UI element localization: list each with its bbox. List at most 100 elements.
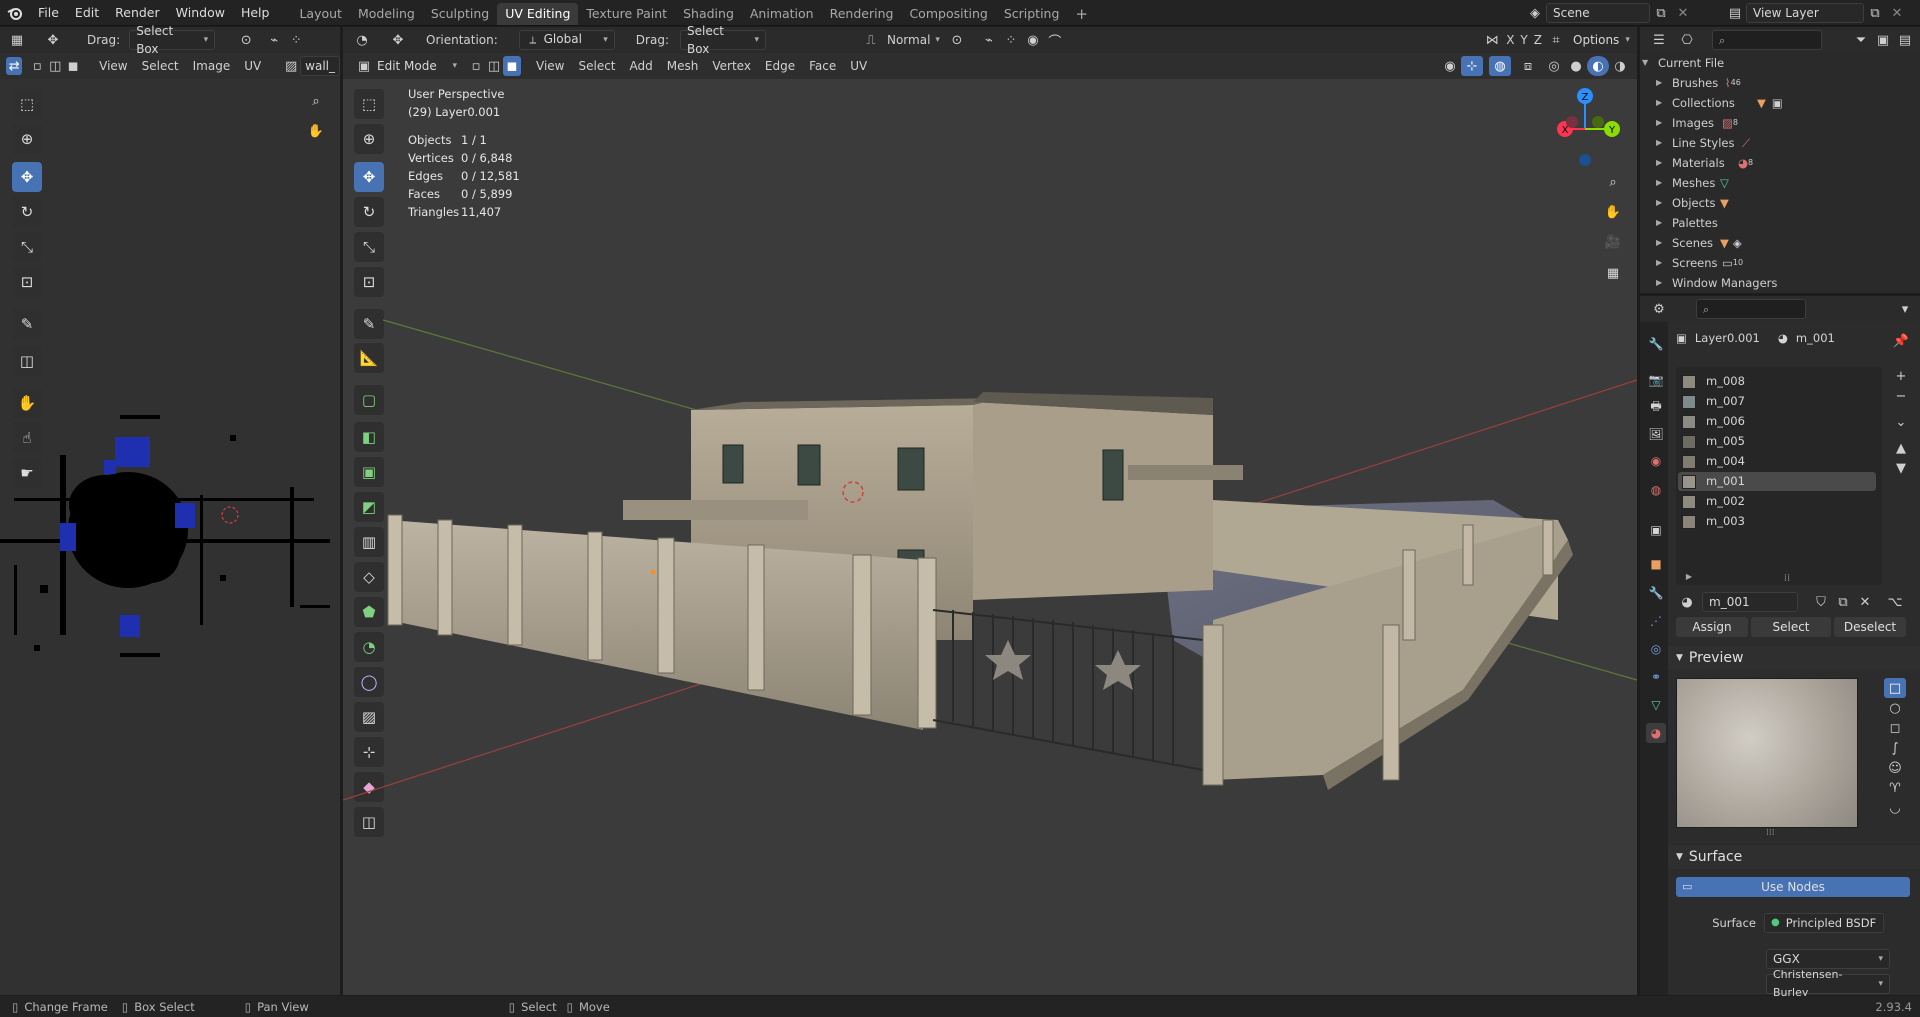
preview-hair-icon[interactable]: ∫ <box>1884 738 1906 758</box>
outliner-item-scenes[interactable]: ▶ Scenes ▼ ◈ <box>1656 233 1742 253</box>
properties-search-input[interactable]: ⌕ <box>1696 299 1806 319</box>
viewport-drag-select[interactable]: Select Box ▾ <box>679 24 766 56</box>
viewport-menu-view[interactable]: View <box>531 56 569 76</box>
preview-monkey-icon[interactable]: ☺ <box>1884 758 1906 778</box>
falloff-icon[interactable]: ⌒ <box>1044 30 1066 50</box>
expand-icon[interactable]: ▶ <box>1656 93 1672 113</box>
properties-editor-type-icon[interactable]: ⚙ <box>1648 299 1670 319</box>
uv-menu-select[interactable]: Select <box>137 56 184 76</box>
pin-icon[interactable]: 📌 <box>1890 331 1912 351</box>
tab-modeling[interactable]: Modeling <box>350 3 423 25</box>
slot-specials-icon[interactable]: ⌄ <box>1890 412 1912 432</box>
viewport-menu-edge[interactable]: Edge <box>760 56 800 76</box>
material-name-field[interactable]: m_001 <box>1702 592 1798 612</box>
collection-tab-icon[interactable]: ▣ <box>1646 520 1666 540</box>
vertex-select-mode-icon[interactable]: ▫ <box>467 56 485 76</box>
uv-zoom-icon[interactable]: ⌕ <box>305 90 327 112</box>
view-layer-icon[interactable]: ▤ <box>1724 3 1746 23</box>
scene-tab-icon[interactable]: ◉ <box>1646 451 1666 471</box>
editor-type-icon[interactable]: ▦ <box>6 30 28 50</box>
list-resize-handle-icon[interactable]: ⁞⁞ <box>1776 568 1798 588</box>
shading-wireframe-icon[interactable]: ◎ <box>1543 56 1565 76</box>
deselect-button[interactable]: Deselect <box>1834 617 1906 637</box>
material-slot[interactable]: m_005 <box>1678 432 1876 451</box>
new-collection-icon[interactable]: ▣ <box>1872 30 1894 50</box>
uv-transform-tool[interactable]: ⊡ <box>12 267 42 297</box>
edge-select-mode-icon[interactable]: ◫ <box>485 56 503 76</box>
tab-rendering[interactable]: Rendering <box>822 3 902 25</box>
auto-merge-icon[interactable]: ⌗ <box>1545 30 1567 50</box>
orientation-select[interactable]: ⟂ Global ▾ <box>518 30 615 50</box>
uv-rip-tool[interactable]: ◫ <box>12 346 42 376</box>
pivot-normal-value[interactable]: Normal <box>882 30 935 50</box>
render-tab-icon[interactable]: 📷 <box>1646 370 1666 390</box>
material-slot[interactable]: m_003 <box>1678 512 1876 531</box>
expand-icon[interactable]: ▶ <box>1656 253 1672 273</box>
remove-slot-icon[interactable]: − <box>1890 386 1912 406</box>
uv-menu-view[interactable]: View <box>94 56 132 76</box>
viewport-menu-uv[interactable]: UV <box>845 56 872 76</box>
outliner-item-window-managers[interactable]: ▶ Window Managers <box>1656 273 1777 293</box>
outliner-item-line-styles[interactable]: ▶ Line Styles ⟋ <box>1656 133 1750 153</box>
tab-uv-editing[interactable]: UV Editing <box>497 2 579 25</box>
scene-render[interactable] <box>343 80 1637 995</box>
outliner-item-screens[interactable]: ▶ Screens ▭ 10 <box>1656 253 1743 273</box>
overlay-toggle-icon[interactable]: ◍ <box>1489 56 1511 76</box>
modifier-tab-icon[interactable]: 🔧 <box>1646 583 1666 603</box>
uv-drag-select[interactable]: Select Box ▾ <box>129 24 216 56</box>
pivot-point-icon[interactable]: ⊙ <box>946 30 968 50</box>
preview-sphere-icon[interactable]: ○ <box>1884 698 1906 718</box>
viewport-menu-face[interactable]: Face <box>804 56 841 76</box>
shading-rendered-icon[interactable]: ◑ <box>1609 56 1631 76</box>
tab-layout[interactable]: Layout <box>291 3 350 25</box>
material-slot[interactable]: m_007 <box>1678 392 1876 411</box>
uv-snap-icon[interactable]: ⌁ <box>263 30 285 50</box>
uv-select-box-tool[interactable]: ⬚ <box>12 89 42 119</box>
purge-icon[interactable]: ▤ <box>1894 30 1916 50</box>
assign-button[interactable]: Assign <box>1676 617 1748 637</box>
preview-resize-handle[interactable]: ⁞⁞⁞ <box>1766 828 1775 838</box>
output-tab-icon[interactable]: 🖶 <box>1646 397 1666 417</box>
image-name-field[interactable]: wall_ <box>300 56 341 76</box>
outliner-search-input[interactable]: ⌕ <box>1712 30 1822 50</box>
tab-compositing[interactable]: Compositing <box>901 3 995 25</box>
world-tab-icon[interactable]: ◍ <box>1646 480 1666 500</box>
particles-tab-icon[interactable]: ⋰ <box>1646 611 1666 631</box>
copy-view-layer-icon[interactable]: ⧉ <box>1864 3 1886 23</box>
add-slot-icon[interactable]: + <box>1890 366 1912 386</box>
display-mode-icon[interactable]: ⎔ <box>1676 30 1698 50</box>
material-slot[interactable]: m_008 <box>1678 372 1876 391</box>
mode-select[interactable]: Edit Mode ▾ <box>375 56 459 76</box>
add-workspace-button[interactable]: + <box>1067 3 1096 25</box>
face-select-mode-icon[interactable]: ◼ <box>503 56 521 76</box>
expand-icon[interactable]: ▶ <box>1656 193 1672 213</box>
material-slot[interactable]: m_004 <box>1678 452 1876 471</box>
expand-icon[interactable]: ▶ <box>1656 153 1672 173</box>
menu-edit[interactable]: Edit <box>67 0 107 26</box>
tool-tab-icon[interactable]: 🔧 <box>1646 334 1666 354</box>
snap-toggle-icon[interactable]: ⌁ <box>978 30 1000 50</box>
outliner-item-meshes[interactable]: ▶ Meshes ▽ <box>1656 173 1729 193</box>
close-view-layer-icon[interactable]: ✕ <box>1886 3 1908 23</box>
menu-file[interactable]: File <box>30 0 67 26</box>
expand-icon[interactable]: ▶ <box>1656 213 1672 233</box>
shading-material-icon[interactable]: ◐ <box>1587 56 1609 76</box>
uv-island-map[interactable] <box>0 395 340 680</box>
visibility-icon[interactable]: ◉ <box>1439 56 1461 76</box>
preview-cube-icon[interactable]: ◻ <box>1884 718 1906 738</box>
viewport-menu-select[interactable]: Select <box>573 56 620 76</box>
outliner-item-images[interactable]: ▶ Images ▨ 8 <box>1656 113 1738 133</box>
viewport-transform-icon[interactable]: ✥ <box>387 30 409 50</box>
object-tab-icon[interactable]: ■ <box>1646 554 1666 574</box>
surface-shader-field[interactable]: ● Principled BSDF <box>1764 913 1884 933</box>
gizmo-toggle-icon[interactable]: ⊹ <box>1461 56 1483 76</box>
expand-icon[interactable]: ▶ <box>1656 133 1672 153</box>
material-slot[interactable]: m_002 <box>1678 492 1876 511</box>
preview-panel-header[interactable]: ▼ Preview <box>1668 646 1920 670</box>
list-expand-icon[interactable]: ▶ <box>1678 566 1700 586</box>
unlink-material-icon[interactable]: ✕ <box>1854 592 1876 612</box>
scene-name-field[interactable]: Scene <box>1546 3 1650 23</box>
transform-tool-icon[interactable]: ✥ <box>42 30 64 50</box>
outliner-item-materials[interactable]: ▶ Materials ◕ 8 <box>1656 153 1753 173</box>
material-slot-selected[interactable]: m_001 <box>1678 472 1876 491</box>
